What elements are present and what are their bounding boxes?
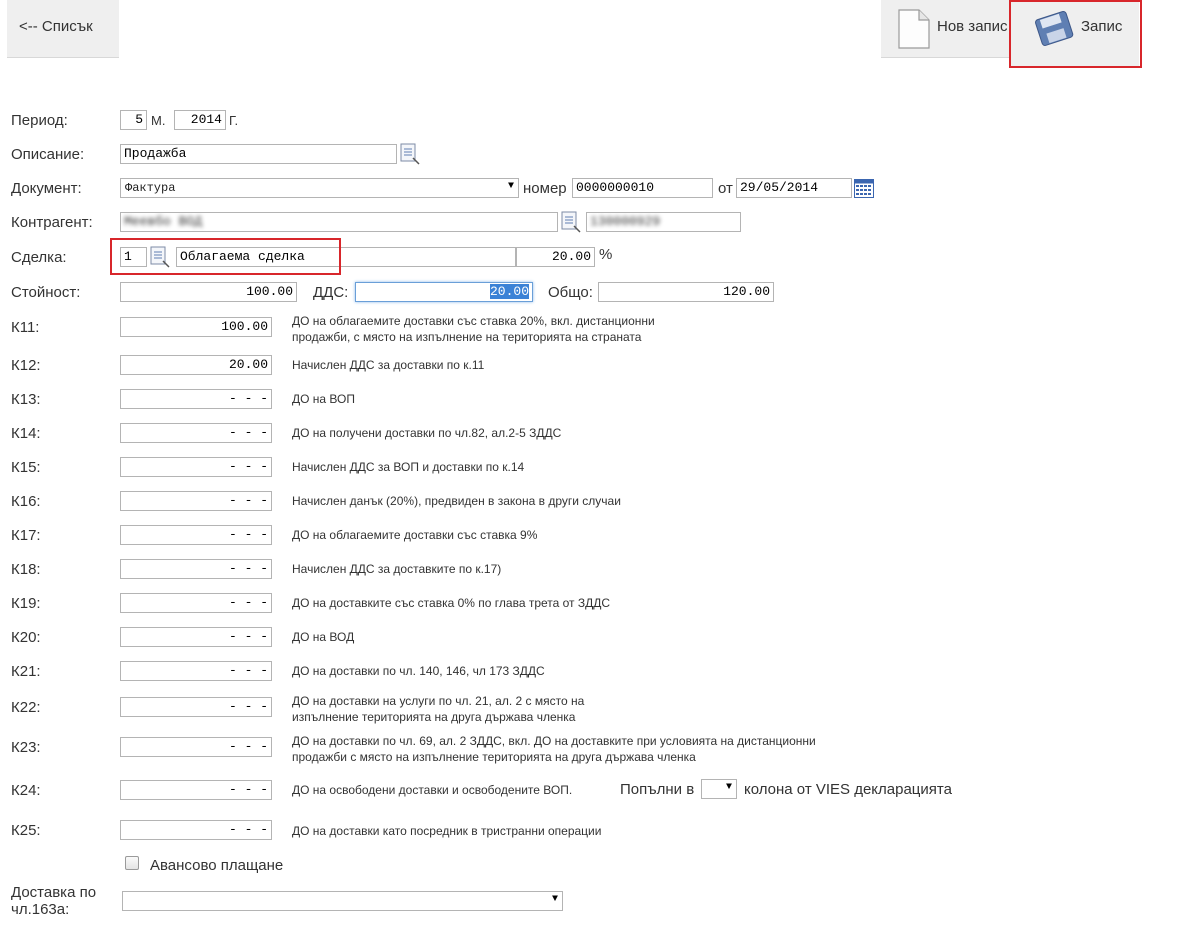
k24-input[interactable]: - - - — [120, 780, 272, 800]
k25-description: ДО на доставки като посредник в тристран… — [292, 824, 602, 838]
counterparty-label: Контрагент: — [11, 214, 93, 231]
k20-description: ДО на ВОД — [292, 630, 355, 644]
k17-input[interactable]: - - - — [120, 525, 272, 545]
vat-amount-value: 20.00 — [489, 284, 529, 299]
k11-description: ДО на облагаемите доставки със ставка 20… — [292, 314, 655, 344]
vat-amount-input[interactable]: 20.00 — [355, 282, 533, 302]
k15-label: К15: — [11, 459, 41, 476]
advance-payment-label: Авансово плащане — [150, 857, 284, 874]
back-to-list-button[interactable]: <-- Списък — [7, 0, 119, 58]
k11-input[interactable]: 100.00 — [120, 317, 272, 337]
k20-label: К20: — [11, 629, 41, 646]
k25-label: К25: — [11, 822, 41, 839]
new-document-icon — [898, 9, 930, 49]
document-label: Документ: — [11, 180, 82, 197]
vies-after-label: колона от VIES декларацията — [744, 781, 952, 798]
counterparty-id-value: 130000929 — [590, 214, 661, 229]
k14-description: ДО на получени доставки по чл.82, ал.2-5… — [292, 426, 562, 440]
deal-rate-input[interactable]: 20.00 — [516, 247, 595, 267]
k22-label: К22: — [11, 699, 41, 716]
k16-label: К16: — [11, 493, 41, 510]
delivery-163a-label: Доставка по чл.163а: — [11, 884, 97, 918]
k13-label: К13: — [11, 391, 41, 408]
k20-input[interactable]: - - - — [120, 627, 272, 647]
k12-description: Начислен ДДС за доставки по к.11 — [292, 358, 485, 372]
deal-highlight-frame — [110, 238, 341, 275]
k14-label: К14: — [11, 425, 41, 442]
k21-input[interactable]: - - - — [120, 661, 272, 681]
k16-description: Начислен данък (20%), предвиден в закона… — [292, 494, 621, 508]
k12-input[interactable]: 20.00 — [120, 355, 272, 375]
document-type-value: Фактура — [125, 181, 176, 195]
new-record-label: Нов запис — [937, 18, 1008, 35]
delivery-163a-select[interactable]: ▼ — [122, 891, 563, 911]
counterparty-lookup-icon[interactable] — [561, 211, 581, 233]
chevron-down-icon: ▼ — [725, 782, 732, 793]
k18-description: Начислен ДДС за доставките по к.17) — [292, 562, 502, 576]
k13-input[interactable]: - - - — [120, 389, 272, 409]
k21-description: ДО на доставки по чл. 140, 146, чл 173 З… — [292, 664, 545, 678]
k15-description: Начислен ДДС за ВОП и доставки по к.14 — [292, 460, 525, 474]
k17-description: ДО на облагаемите доставки със ставка 9% — [292, 528, 538, 542]
period-label: Период: — [11, 112, 68, 129]
deal-label: Сделка: — [11, 249, 67, 266]
total-label: Общо: — [548, 284, 593, 301]
description-lookup-icon[interactable] — [400, 143, 420, 165]
description-label: Описание: — [11, 146, 85, 163]
k14-input[interactable]: - - - — [120, 423, 272, 443]
k23-description: ДО на доставки по чл. 69, ал. 2 ЗДДС, вк… — [292, 734, 816, 764]
counterparty-name-input[interactable]: Меевбо ВОД — [120, 212, 558, 232]
document-number-input[interactable]: 0000000010 — [572, 178, 713, 198]
period-month-input[interactable]: 5 — [120, 110, 147, 130]
document-number-label: номер — [523, 180, 567, 197]
k24-description: ДО на освободени доставки и освободените… — [292, 783, 573, 797]
calendar-icon[interactable] — [854, 179, 874, 198]
description-input[interactable]: Продажба — [120, 144, 397, 164]
document-date-input[interactable]: 29/05/2014 — [736, 178, 852, 198]
k22-input[interactable]: - - - — [120, 697, 272, 717]
k13-description: ДО на ВОП — [292, 392, 355, 406]
new-record-button[interactable]: Нов запис — [881, 0, 1009, 58]
value-amount-input[interactable]: 100.00 — [120, 282, 297, 302]
k21-label: К21: — [11, 663, 41, 680]
k19-input[interactable]: - - - — [120, 593, 272, 613]
k23-input[interactable]: - - - — [120, 737, 272, 757]
k22-description: ДО на доставки на услуги по чл. 21, ал. … — [292, 694, 585, 724]
k25-input[interactable]: - - - — [120, 820, 272, 840]
k15-input[interactable]: - - - — [120, 457, 272, 477]
vies-column-select[interactable]: ▼ — [701, 779, 737, 799]
period-year-suffix: Г. — [229, 113, 239, 128]
k11-label: К11: — [11, 319, 40, 336]
counterparty-name-value: Меевбо ВОД — [124, 214, 203, 229]
value-label: Стойност: — [11, 284, 81, 301]
k18-label: К18: — [11, 561, 41, 578]
chevron-down-icon: ▼ — [507, 181, 514, 192]
document-type-select[interactable]: Фактура ▼ — [120, 178, 519, 198]
save-highlight-frame — [1009, 0, 1142, 68]
k18-input[interactable]: - - - — [120, 559, 272, 579]
k12-label: К12: — [11, 357, 41, 374]
k24-label: К24: — [11, 782, 41, 799]
deal-rate-suffix: % — [599, 246, 613, 263]
document-date-label: от — [718, 180, 733, 197]
back-to-list-label: <-- Списък — [19, 18, 93, 35]
vies-before-label: Попълни в — [620, 781, 695, 798]
counterparty-id-input[interactable]: 130000929 — [586, 212, 741, 232]
chevron-down-icon: ▼ — [551, 894, 558, 905]
advance-payment-checkbox[interactable] — [125, 856, 139, 870]
period-month-suffix: М. — [151, 113, 166, 128]
k16-input[interactable]: - - - — [120, 491, 272, 511]
k19-description: ДО на доставките със ставка 0% по глава … — [292, 596, 611, 610]
period-year-input[interactable]: 2014 — [174, 110, 226, 130]
k19-label: К19: — [11, 595, 41, 612]
k23-label: К23: — [11, 739, 41, 756]
vat-label: ДДС: — [313, 284, 349, 301]
k17-label: К17: — [11, 527, 41, 544]
total-amount-input[interactable]: 120.00 — [598, 282, 774, 302]
